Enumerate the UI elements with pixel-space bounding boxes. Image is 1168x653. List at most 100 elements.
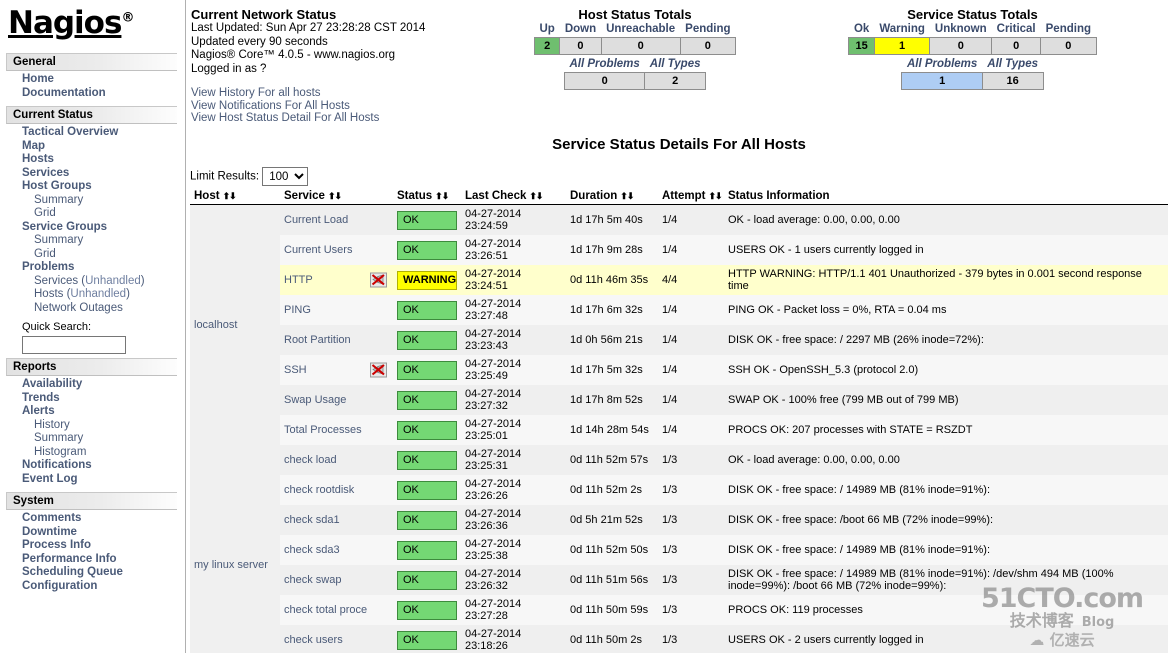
sidebar-item-summary[interactable]: Summary bbox=[0, 432, 83, 446]
sidebar-item-histogram[interactable]: Histogram bbox=[0, 446, 86, 460]
sort-arrows-icon[interactable]: ⬆⬇ bbox=[708, 191, 722, 201]
duration-cell: 0d 11h 50m 59s bbox=[566, 595, 658, 625]
status-cell: OK bbox=[393, 355, 461, 385]
host-totals-summary-value-all-problems[interactable]: 0 bbox=[563, 72, 646, 90]
host-totals-summary-label-all-problems[interactable]: All Problems bbox=[564, 57, 644, 73]
sidebar-item-services-unhandled[interactable]: Services (Unhandled) bbox=[0, 275, 145, 289]
sort-arrows-icon[interactable]: ⬆⬇ bbox=[529, 191, 543, 201]
service-link[interactable]: HTTP bbox=[284, 274, 313, 286]
sidebar-item-configuration[interactable]: Configuration bbox=[0, 580, 97, 594]
sidebar-item-grid[interactable]: Grid bbox=[0, 207, 56, 221]
sidebar-item-performance-info[interactable]: Performance Info bbox=[0, 553, 117, 567]
status-cell: OK bbox=[393, 445, 461, 475]
duration-cell: 1d 17h 6m 32s bbox=[566, 295, 658, 325]
last-check-cell: 04-27-2014 23:27:32 bbox=[461, 385, 566, 415]
host-totals-value-up[interactable]: 2 bbox=[533, 37, 561, 55]
service-link[interactable]: Total Processes bbox=[284, 424, 362, 436]
service-link[interactable]: check swap bbox=[284, 574, 341, 586]
sidebar-list-item: Configuration bbox=[0, 580, 185, 594]
service-totals-summary-label-all-problems[interactable]: All Problems bbox=[902, 57, 982, 73]
sort-arrows-icon[interactable]: ⬆⬇ bbox=[223, 191, 237, 201]
sort-arrows-icon[interactable]: ⬆⬇ bbox=[328, 191, 342, 201]
sort-arrows-icon[interactable]: ⬆⬇ bbox=[435, 191, 449, 201]
service-link[interactable]: check sda3 bbox=[284, 544, 340, 556]
limit-results-select[interactable]: 100502510All bbox=[262, 167, 309, 186]
attempt-cell: 1/4 bbox=[658, 295, 724, 325]
sidebar-item-hosts-unhandled[interactable]: Hosts (Unhandled) bbox=[0, 288, 130, 302]
host-totals-summary-value-all-types[interactable]: 2 bbox=[644, 72, 706, 90]
host-link[interactable]: my linux server bbox=[194, 559, 268, 571]
service-link[interactable]: SSH bbox=[284, 364, 307, 376]
link-view-history-for-all-hosts[interactable]: View History For all hosts bbox=[191, 87, 489, 100]
column-label: Attempt bbox=[662, 190, 706, 202]
sidebar-item-notifications[interactable]: Notifications bbox=[0, 459, 92, 473]
status-badge: OK bbox=[397, 390, 457, 410]
sidebar-item-process-info[interactable]: Process Info bbox=[0, 539, 91, 553]
service-link[interactable]: check total proce bbox=[284, 604, 367, 616]
service-link[interactable]: Current Users bbox=[284, 244, 352, 256]
sidebar-item-alerts[interactable]: Alerts bbox=[0, 405, 55, 419]
status-badge: OK bbox=[397, 600, 457, 620]
attempt-cell: 1/3 bbox=[658, 535, 724, 565]
service-totals-summary-label-all-types[interactable]: All Types bbox=[982, 57, 1043, 73]
sidebar-item-hosts[interactable]: Hosts bbox=[0, 153, 54, 167]
sidebar-item-downtime[interactable]: Downtime bbox=[0, 526, 77, 540]
sidebar-item-scheduling-queue[interactable]: Scheduling Queue bbox=[0, 566, 123, 580]
sidebar-item-problems[interactable]: Problems bbox=[0, 261, 74, 275]
service-link[interactable]: Current Load bbox=[284, 214, 348, 226]
column-header-host: Host ⬆⬇ bbox=[190, 189, 280, 205]
last-check-cell: 04-27-2014 23:24:59 bbox=[461, 204, 566, 235]
service-totals-value-ok[interactable]: 15 bbox=[848, 37, 875, 55]
service-link[interactable]: check sda1 bbox=[284, 514, 340, 526]
service-totals-value-critical[interactable]: 0 bbox=[991, 37, 1042, 55]
sidebar-item-tactical-overview[interactable]: Tactical Overview bbox=[0, 126, 118, 140]
sidebar-item-service-groups[interactable]: Service Groups bbox=[0, 221, 107, 235]
service-link[interactable]: check rootdisk bbox=[284, 484, 354, 496]
sidebar-item-documentation[interactable]: Documentation bbox=[0, 87, 106, 101]
sidebar-item-availability[interactable]: Availability bbox=[0, 378, 82, 392]
unhandled-label[interactable]: Unhandled bbox=[70, 288, 126, 300]
sidebar-item-host-groups[interactable]: Host Groups bbox=[0, 180, 92, 194]
unhandled-label[interactable]: Unhandled bbox=[85, 275, 141, 287]
sidebar-item-network-outages[interactable]: Network Outages bbox=[0, 302, 123, 316]
sidebar-item-grid[interactable]: Grid bbox=[0, 248, 56, 262]
sidebar-item-services[interactable]: Services bbox=[0, 167, 69, 181]
service-totals-value-warning[interactable]: 1 bbox=[873, 37, 931, 55]
sort-arrows-icon[interactable]: ⬆⬇ bbox=[620, 191, 634, 201]
service-totals-summary-value-all-problems[interactable]: 1 bbox=[901, 72, 983, 90]
sidebar-item-summary[interactable]: Summary bbox=[0, 194, 83, 208]
quick-search-input[interactable] bbox=[22, 336, 126, 354]
service-link[interactable]: check load bbox=[284, 454, 337, 466]
link-view-notifications-for-all-hosts[interactable]: View Notifications For All Hosts bbox=[191, 100, 489, 113]
service-link[interactable]: check users bbox=[284, 634, 343, 646]
nagios-version: Nagios® Core™ 4.0.5 - www.nagios.org bbox=[191, 49, 396, 61]
duration-cell: 0d 11h 52m 57s bbox=[566, 445, 658, 475]
sidebar-item-home[interactable]: Home bbox=[0, 73, 54, 87]
host-totals-value-down[interactable]: 0 bbox=[559, 37, 602, 55]
service-link[interactable]: PING bbox=[284, 304, 311, 316]
table-row: PING OK 04-27-2014 23:27:48 1d 17h 6m 32s 1/… bbox=[190, 295, 1168, 325]
service-link[interactable]: Swap Usage bbox=[284, 394, 346, 406]
service-status-totals-block: Service Status Totals Ok Warning Unknown Cr… bbox=[780, 6, 1165, 126]
sidebar-item-trends[interactable]: Trends bbox=[0, 392, 60, 406]
service-totals-value-unknown[interactable]: 0 bbox=[929, 37, 993, 55]
column-label: Service bbox=[284, 190, 325, 202]
sidebar-item-comments[interactable]: Comments bbox=[0, 512, 81, 526]
sidebar-item-history[interactable]: History bbox=[0, 419, 70, 433]
service-link[interactable]: Root Partition bbox=[284, 334, 351, 346]
host-totals-header-unreachable: Unreachable bbox=[606, 23, 676, 35]
host-totals-value-pending[interactable]: 0 bbox=[679, 37, 737, 55]
sidebar-item-event-log[interactable]: Event Log bbox=[0, 473, 78, 487]
nagios-logo[interactable]: Nagios® bbox=[0, 0, 185, 49]
sidebar-item-summary[interactable]: Summary bbox=[0, 234, 83, 248]
service-totals-summary-value-all-types[interactable]: 16 bbox=[981, 72, 1044, 90]
sidebar-list-item: Host Groups bbox=[0, 180, 185, 194]
host-status-totals-block: Host Status Totals Up Down Unreachable Pend… bbox=[490, 6, 780, 126]
host-totals-value-unreachable[interactable]: 0 bbox=[600, 37, 681, 55]
host-link[interactable]: localhost bbox=[194, 319, 237, 331]
service-totals-value-pending[interactable]: 0 bbox=[1040, 37, 1097, 55]
link-view-host-status-detail-for-all-hosts[interactable]: View Host Status Detail For All Hosts bbox=[191, 112, 489, 125]
sidebar-item-map[interactable]: Map bbox=[0, 140, 45, 154]
host-totals-summary-label-all-types[interactable]: All Types bbox=[645, 57, 706, 73]
status-cell: WARNING bbox=[393, 265, 461, 295]
